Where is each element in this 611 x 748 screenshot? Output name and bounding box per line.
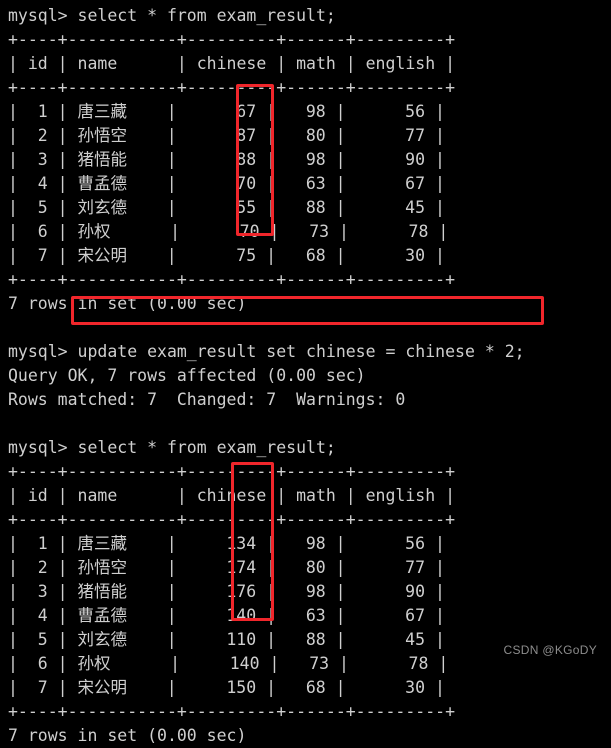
command-line-select-2: mysql> select * from exam_result; [8, 438, 336, 457]
table-row: | 3 | 猪悟能 | 176 | 98 | 90 | [8, 582, 445, 601]
table-row: | 7 | 宋公明 | 150 | 68 | 30 | [8, 678, 445, 697]
table-row: | 2 | 孙悟空 | 174 | 80 | 77 | [8, 558, 445, 577]
table-row: | 7 | 宋公明 | 75 | 68 | 30 | [8, 246, 445, 265]
table-row: | 1 | 唐三藏 | 134 | 98 | 56 | [8, 534, 445, 553]
table-row: | 1 | 唐三藏 | 67 | 98 | 56 | [8, 102, 445, 121]
result-footer-2: 7 rows in set (0.00 sec) [8, 726, 247, 745]
update-result-query-ok: Query OK, 7 rows affected (0.00 sec) [8, 366, 366, 385]
terminal-window[interactable]: mysql> select * from exam_result; +----+… [0, 0, 611, 745]
table-separator-mid-2: +----+-----------+---------+------+-----… [8, 510, 456, 529]
watermark: CSDN @KGoDY [503, 643, 597, 657]
table-header-1: | id | name | chinese | math | english | [8, 54, 456, 73]
table-header-2: | id | name | chinese | math | english | [8, 486, 456, 505]
result-footer-1: 7 rows in set (0.00 sec) [8, 294, 247, 313]
table-separator-mid-1: +----+-----------+---------+------+-----… [8, 78, 456, 97]
table-row: | 6 | 孙权 | 70 | 73 | 78 | [8, 222, 449, 241]
table-separator-top-2: +----+-----------+---------+------+-----… [8, 462, 456, 481]
command-line-update: mysql> update exam_result set chinese = … [8, 342, 525, 361]
table-row: | 5 | 刘玄德 | 55 | 88 | 45 | [8, 198, 445, 217]
table-row: | 4 | 曹孟德 | 70 | 63 | 67 | [8, 174, 445, 193]
table-row: | 2 | 孙悟空 | 87 | 80 | 77 | [8, 126, 445, 145]
table-separator-top-1: +----+-----------+---------+------+-----… [8, 30, 456, 49]
table-row: | 3 | 猪悟能 | 88 | 98 | 90 | [8, 150, 445, 169]
table-row: | 4 | 曹孟德 | 140 | 63 | 67 | [8, 606, 445, 625]
table-separator-bottom-2: +----+-----------+---------+------+-----… [8, 702, 456, 721]
table-separator-bottom-1: +----+-----------+---------+------+-----… [8, 270, 456, 289]
update-result-rows-matched: Rows matched: 7 Changed: 7 Warnings: 0 [8, 390, 406, 409]
command-line-select-1: mysql> select * from exam_result; [8, 6, 336, 25]
